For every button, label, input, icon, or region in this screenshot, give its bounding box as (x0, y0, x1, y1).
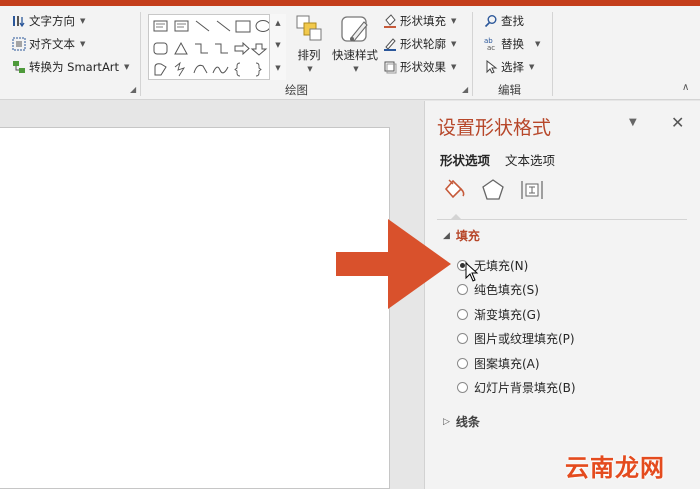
tab-text-options[interactable]: 文本选项 (505, 150, 555, 169)
shape-outline-button[interactable]: 形状轮廓 ▼ (383, 36, 456, 52)
fill-line-icon[interactable] (441, 177, 465, 201)
scroll-down-icon[interactable]: ▼ (270, 41, 286, 49)
radio-slide-background-fill[interactable]: 幻灯片背景填充(B) (457, 379, 576, 396)
collapsed-triangle-icon: ▷ (443, 416, 450, 427)
fill-section-label: 填充 (455, 229, 480, 243)
tab-shape-options[interactable]: 形状选项 (440, 150, 490, 169)
shape-effects-label: 形状效果 (400, 60, 446, 74)
radio-button[interactable] (457, 309, 468, 320)
chevron-down-icon: ▼ (529, 63, 535, 71)
quick-styles-button[interactable]: 快速样式 ▼ (330, 14, 380, 73)
chevron-down-icon: ▼ (307, 65, 313, 73)
drawing-group-label: 绘图 (285, 83, 308, 97)
quick-styles-icon (339, 14, 371, 47)
align-text-button[interactable]: 对齐文本 ▼ (12, 36, 85, 52)
size-properties-icon[interactable] (519, 177, 543, 201)
pointer-icon (484, 60, 498, 74)
watermark: 云南龙网 (565, 454, 665, 482)
find-button[interactable]: 查找 (484, 13, 524, 29)
gallery-scrollbar[interactable]: ▲ ▼ ▼ (269, 14, 286, 80)
editing-group-label: 编辑 (498, 83, 521, 97)
gallery-more-icon[interactable]: ▼ (270, 64, 286, 72)
shape-effects-icon (383, 60, 397, 74)
radio-label: 图片或纹理填充(P) (474, 332, 575, 346)
radio-button[interactable] (457, 358, 468, 369)
dialog-launcher-icon[interactable]: ◢ (462, 85, 468, 94)
chevron-down-icon: ▼ (535, 40, 541, 48)
collapse-ribbon-icon[interactable]: ∧ (682, 82, 689, 93)
replace-icon: ab ac (484, 37, 498, 51)
line-section-header[interactable]: ▷ 线条 (443, 413, 480, 430)
align-text-label: 对齐文本 (29, 37, 75, 51)
close-icon[interactable]: ✕ (671, 113, 684, 132)
arrange-button[interactable]: 排列 ▼ (293, 14, 325, 73)
chevron-down-icon: ▼ (353, 65, 359, 73)
replace-label: 替换 (501, 37, 524, 51)
pane-title: 设置形状格式 (437, 117, 552, 139)
search-icon (484, 14, 498, 28)
effects-icon[interactable] (480, 177, 504, 201)
radio-label: 图案填充(A) (474, 357, 540, 371)
radio-pattern-fill[interactable]: 图案填充(A) (457, 355, 540, 372)
dialog-launcher-icon[interactable]: ◢ (130, 85, 136, 94)
align-text-icon (12, 37, 26, 51)
radio-gradient-fill[interactable]: 渐变填充(G) (457, 306, 541, 323)
shape-fill-button[interactable]: 形状填充 ▼ (383, 13, 456, 29)
shapes-gallery[interactable]: ▲ ▼ ▼ (148, 14, 286, 80)
chevron-down-icon: ▼ (451, 63, 457, 71)
scroll-up-icon[interactable]: ▲ (270, 19, 286, 27)
chevron-down-icon: ▼ (80, 17, 86, 25)
arrange-label: 排列 (297, 48, 321, 62)
radio-label: 渐变填充(G) (474, 308, 541, 322)
group-divider (140, 12, 141, 96)
text-direction-label: 文字方向 (29, 14, 75, 28)
find-label: 查找 (501, 14, 524, 28)
pencil-icon (383, 37, 397, 51)
convert-smartart-icon (12, 60, 26, 74)
group-divider (472, 12, 473, 96)
category-divider (437, 219, 687, 220)
svg-text:ac: ac (487, 44, 495, 51)
chevron-down-icon: ▼ (80, 40, 86, 48)
ribbon: 文字方向 ▼ 对齐文本 ▼ 转换为 SmartArt ▼ ◢ ▲ ▼ ▼ 排列 … (0, 6, 700, 100)
shape-fill-label: 形状填充 (400, 14, 446, 28)
convert-smartart-button[interactable]: 转换为 SmartArt ▼ (12, 59, 129, 75)
chevron-down-icon: ▼ (451, 17, 457, 25)
select-label: 选择 (501, 60, 524, 74)
radio-label: 无填充(N) (474, 259, 529, 273)
arrange-icon (295, 14, 323, 45)
convert-smartart-label: 转换为 SmartArt (29, 60, 120, 74)
annotation-arrow-icon (336, 219, 451, 309)
replace-button[interactable]: ab ac 替换 ▼ (484, 36, 540, 52)
shape-effects-button[interactable]: 形状效果 ▼ (383, 59, 456, 75)
chevron-down-icon: ▼ (451, 40, 457, 48)
quick-styles-label: 快速样式 (332, 48, 378, 62)
shape-outline-label: 形状轮廓 (400, 37, 446, 51)
mouse-cursor-icon (465, 262, 479, 282)
radio-label: 纯色填充(S) (474, 283, 539, 297)
slide-canvas[interactable] (0, 127, 390, 489)
radio-label: 幻灯片背景填充(B) (474, 381, 576, 395)
radio-button[interactable] (457, 382, 468, 393)
chevron-down-icon: ▼ (124, 63, 130, 71)
radio-button[interactable] (457, 333, 468, 344)
select-button[interactable]: 选择 ▼ (484, 59, 534, 75)
pane-options-icon[interactable]: ▼ (629, 117, 637, 128)
paint-bucket-icon (383, 14, 397, 28)
group-divider (552, 12, 553, 96)
radio-button[interactable] (457, 284, 468, 295)
text-direction-button[interactable]: 文字方向 ▼ (12, 13, 85, 29)
line-section-label: 线条 (455, 415, 480, 429)
shapes-gallery-grid (153, 20, 269, 77)
text-direction-icon (12, 14, 26, 28)
format-shape-pane: 设置形状格式 ▼ ✕ 形状选项 文本选项 ◢ 填充 无填充(N) 纯色填充(S)… (424, 101, 700, 489)
radio-picture-texture-fill[interactable]: 图片或纹理填充(P) (457, 330, 575, 347)
